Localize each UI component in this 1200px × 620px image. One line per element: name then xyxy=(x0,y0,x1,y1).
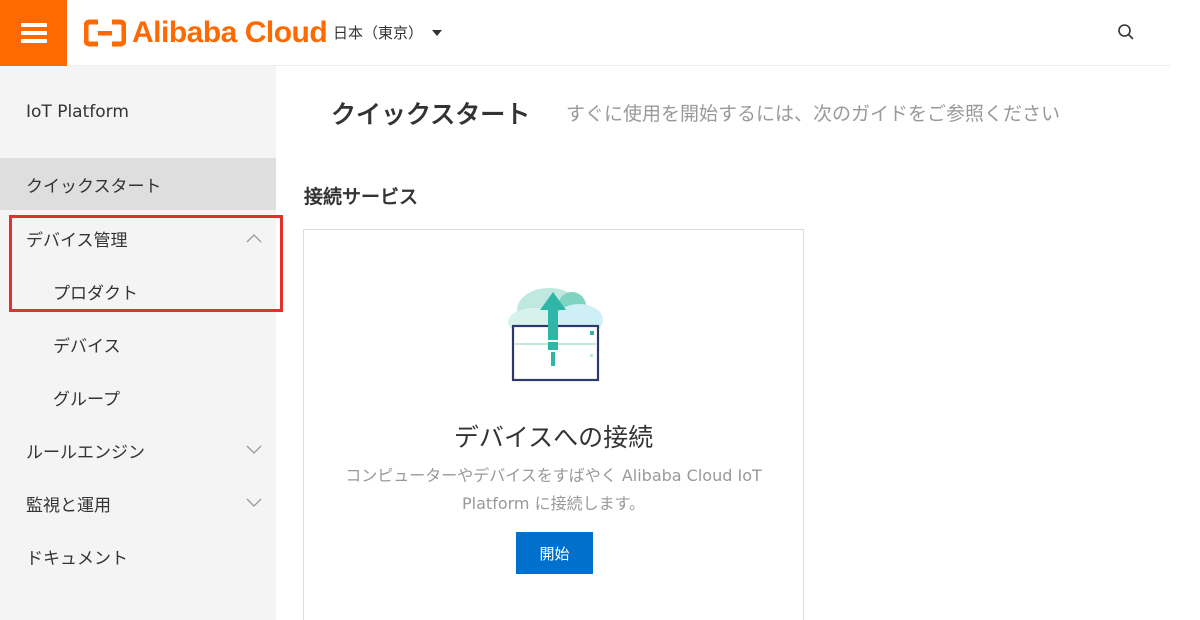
page-title: クイックスタート xyxy=(331,100,531,129)
sidebar-item-quickstart[interactable]: クイックスタート xyxy=(0,158,276,210)
section-title: 接続サービス xyxy=(304,186,419,208)
sidebar-item-device[interactable]: デバイス xyxy=(0,318,276,370)
sidebar: IoT Platform クイックスタート デバイス管理 プロダクト デバイス … xyxy=(0,66,276,620)
cloud-upload-icon xyxy=(508,288,603,382)
sidebar-item-label: ルールエンジン xyxy=(26,442,145,463)
chevron-down-icon xyxy=(246,445,262,454)
highlight-annotation-box xyxy=(9,215,283,312)
top-bar: Alibaba Cloud 日本（東京） xyxy=(0,0,1200,66)
chevron-down-icon xyxy=(246,498,262,507)
start-button[interactable]: 開始 xyxy=(516,532,593,574)
sidebar-item-group[interactable]: グループ xyxy=(0,371,276,423)
sidebar-item-label: ドキュメント xyxy=(26,548,128,569)
card-title: デバイスへの接続 xyxy=(453,423,654,452)
alibaba-cloud-logo-icon xyxy=(84,19,126,47)
sidebar-item-label: クイックスタート xyxy=(26,176,162,197)
hamburger-menu-button[interactable] xyxy=(0,0,67,66)
sidebar-title: IoT Platform xyxy=(26,102,129,122)
region-selector[interactable]: 日本（東京） xyxy=(333,22,443,43)
caret-down-icon xyxy=(432,29,443,36)
search-icon[interactable] xyxy=(1116,22,1136,42)
sidebar-item-label: デバイス xyxy=(53,336,121,357)
alibaba-cloud-logo[interactable]: Alibaba Cloud xyxy=(84,16,328,49)
sidebar-item-documents[interactable]: ドキュメント xyxy=(0,530,276,582)
sidebar-item-monitoring[interactable]: 監視と運用 xyxy=(0,477,276,529)
sidebar-item-label: 監視と運用 xyxy=(26,495,111,516)
connect-device-card: デバイスへの接続 コンピューターやデバイスをすばやく Alibaba Cloud… xyxy=(303,229,804,620)
hamburger-menu-icon xyxy=(20,23,47,43)
card-description: コンピューターやデバイスをすばやく Alibaba Cloud IoT Plat… xyxy=(345,466,762,513)
right-margin xyxy=(1170,0,1200,620)
logo-text: Alibaba Cloud xyxy=(132,16,328,49)
sidebar-item-rule-engine[interactable]: ルールエンジン xyxy=(0,424,276,476)
sidebar-item-label: グループ xyxy=(53,389,120,410)
page-subtitle: すぐに使用を開始するには、次のガイドをご参照ください xyxy=(566,103,1061,125)
region-label: 日本（東京） xyxy=(333,24,424,42)
